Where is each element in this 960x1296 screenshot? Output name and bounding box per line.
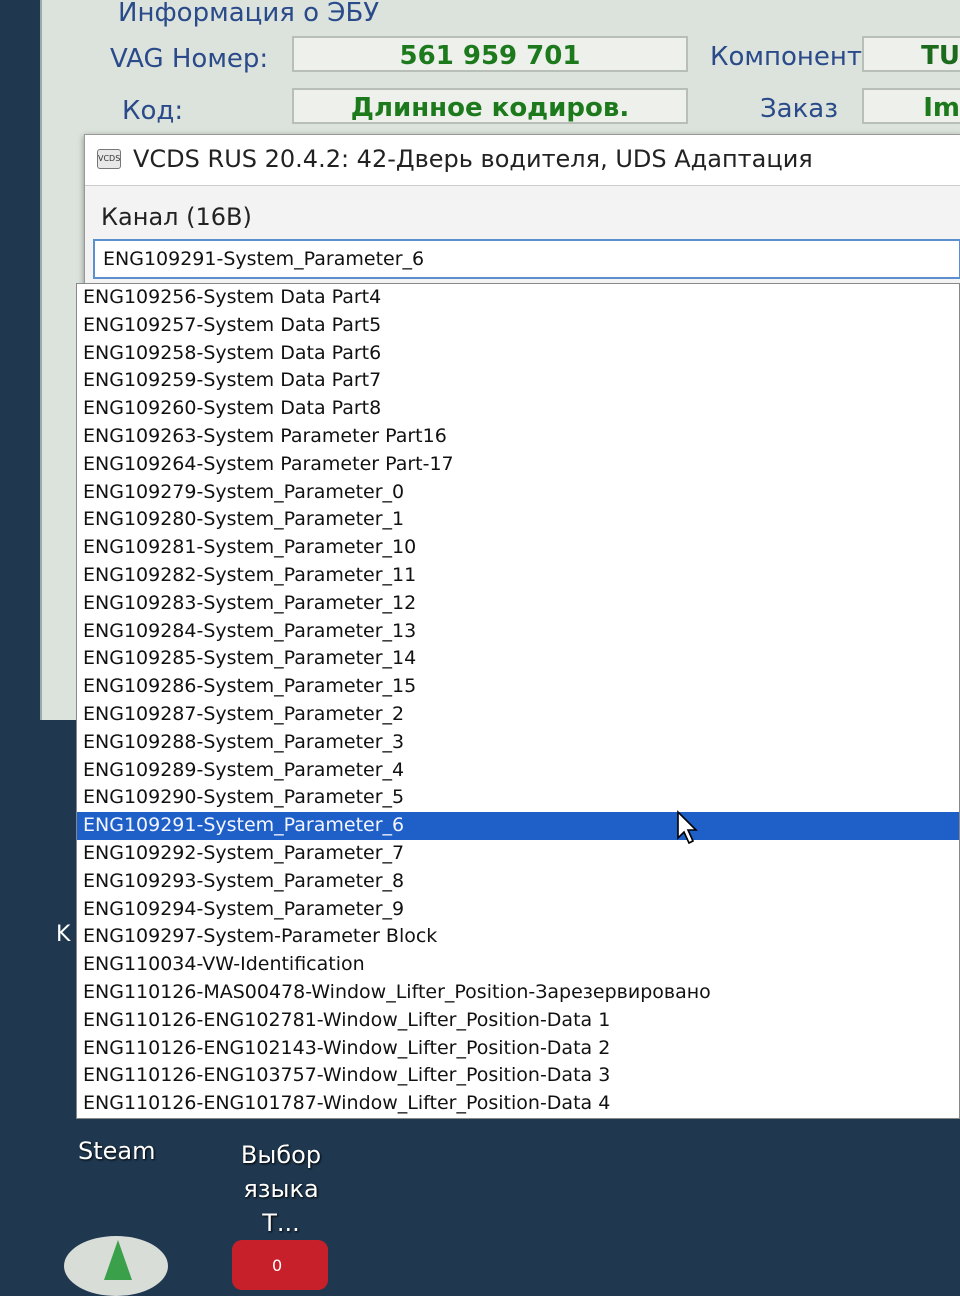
list-item[interactable]: ENG109263-System Parameter Part16	[77, 423, 959, 451]
list-item[interactable]: ENG109264-System Parameter Part-17	[77, 451, 959, 479]
list-item[interactable]: ENG109294-System_Parameter_9	[77, 896, 959, 924]
channel-select[interactable]: ENG109291-System_Parameter_6	[93, 239, 960, 279]
channel-label: Канал (16B)	[101, 203, 252, 231]
list-item[interactable]: ENG109288-System_Parameter_3	[77, 729, 959, 757]
list-item[interactable]: ENG109280-System_Parameter_1	[77, 506, 959, 534]
list-item[interactable]: ENG109282-System_Parameter_11	[77, 562, 959, 590]
list-item[interactable]: ENG109281-System_Parameter_10	[77, 534, 959, 562]
component-field: TU	[862, 36, 960, 72]
list-item[interactable]: ENG109256-System Data Part4	[77, 284, 959, 312]
list-item[interactable]: ENG109257-System Data Part5	[77, 312, 959, 340]
list-item[interactable]: ENG109297-System-Parameter Block	[77, 923, 959, 951]
vag-number-label: VAG Номер:	[110, 44, 269, 74]
steam-desktop-label[interactable]: Steam	[78, 1134, 156, 1168]
desktop-partial-label: K	[56, 922, 71, 947]
list-item[interactable]: ENG109285-System_Parameter_14	[77, 645, 959, 673]
list-item[interactable]: ENG110126-ENG103757-Window_Lifter_Positi…	[77, 1062, 959, 1090]
list-item[interactable]: ENG109284-System_Parameter_13	[77, 618, 959, 646]
language-desktop-label[interactable]: Выбор языка Т...	[226, 1138, 336, 1240]
code-field: Длинное кодиров.	[292, 88, 688, 124]
language-label-line1: Выбор	[240, 1141, 322, 1169]
mouse-cursor-icon	[677, 810, 698, 845]
code-label: Код:	[122, 96, 184, 126]
list-item[interactable]: ENG109287-System_Parameter_2	[77, 701, 959, 729]
list-item[interactable]: ENG110126-ENG101787-Window_Lifter_Positi…	[77, 1090, 959, 1118]
window-title: VCDS RUS 20.4.2: 42-Дверь водителя, UDS …	[133, 145, 813, 173]
list-item[interactable]: ENG109289-System_Parameter_4	[77, 757, 959, 785]
order-field: Im	[862, 88, 960, 124]
ecu-info-title: Информация о ЭБУ	[118, 0, 380, 28]
list-item[interactable]: ENG110126-ENG102781-Window_Lifter_Positi…	[77, 1007, 959, 1035]
list-item[interactable]: ENG109260-System Data Part8	[77, 395, 959, 423]
vcds-app-icon: VCDS	[97, 149, 121, 169]
red-app-badge: 0	[272, 1256, 283, 1275]
list-item[interactable]: ENG109293-System_Parameter_8	[77, 868, 959, 896]
list-item[interactable]: ENG109283-System_Parameter_12	[77, 590, 959, 618]
title-bar[interactable]: VCDS VCDS RUS 20.4.2: 42-Дверь водителя,…	[85, 135, 960, 186]
list-item[interactable]: ENG109286-System_Parameter_15	[77, 673, 959, 701]
language-label-line2: языка Т...	[243, 1175, 319, 1237]
list-item[interactable]: ENG110126-MAS00478-Window_Lifter_Positio…	[77, 979, 959, 1007]
list-item[interactable]: ENG109290-System_Parameter_5	[77, 784, 959, 812]
triangle-logo-icon	[104, 1240, 132, 1280]
channel-dropdown-list[interactable]: ENG109256-System Data Part4 ENG109257-Sys…	[76, 283, 960, 1119]
order-label: Заказ	[760, 94, 839, 124]
list-item[interactable]: ENG109258-System Data Part6	[77, 340, 959, 368]
list-item[interactable]: ENG109292-System_Parameter_7	[77, 840, 959, 868]
vag-number-field: 561 959 701	[292, 36, 688, 72]
list-item[interactable]: ENG109279-System_Parameter_0	[77, 479, 959, 507]
list-item[interactable]: ENG109291-System_Parameter_6	[77, 812, 959, 840]
list-item[interactable]: ENG110034-VW-Identification	[77, 951, 959, 979]
list-item[interactable]: ENG110126-ENG102143-Window_Lifter_Positi…	[77, 1035, 959, 1063]
list-item[interactable]: ENG109259-System Data Part7	[77, 367, 959, 395]
component-label: Компонент:	[710, 42, 871, 72]
